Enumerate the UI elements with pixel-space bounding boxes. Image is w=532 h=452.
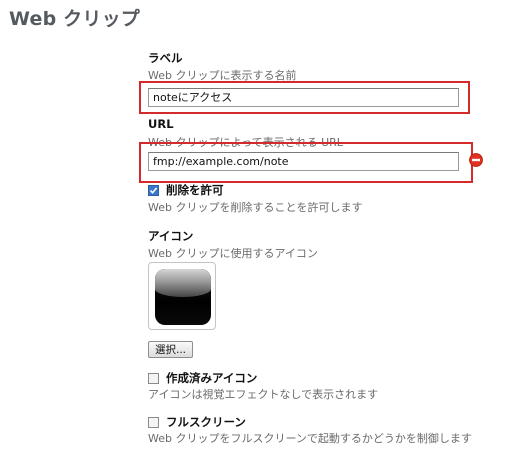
webclip-preview-icon bbox=[155, 269, 211, 325]
fullscreen-row[interactable]: フルスクリーン bbox=[148, 414, 246, 430]
precomposed-description: アイコンは視覚エフェクトなしで表示されます bbox=[148, 388, 379, 401]
allow-removal-row[interactable]: 削除を許可 bbox=[148, 182, 224, 198]
precomposed-row[interactable]: 作成済みアイコン bbox=[148, 370, 257, 386]
url-input[interactable]: fmp://example.com/note bbox=[148, 152, 459, 171]
icon-description: Web クリップに使用するアイコン bbox=[148, 247, 318, 260]
fullscreen-label: フルスクリーン bbox=[166, 415, 246, 429]
label-heading: ラベル bbox=[148, 51, 183, 65]
minus-circle-icon[interactable] bbox=[469, 153, 483, 167]
checkmark-icon bbox=[149, 186, 158, 194]
precomposed-checkbox[interactable] bbox=[148, 372, 159, 384]
icon-heading: アイコン bbox=[148, 229, 194, 243]
url-heading: URL bbox=[148, 117, 174, 131]
icon-preview-frame bbox=[148, 262, 216, 330]
allow-removal-description: Web クリップを削除することを許可します bbox=[148, 201, 363, 214]
precomposed-label: 作成済みアイコン bbox=[166, 371, 258, 385]
allow-removal-label: 削除を許可 bbox=[166, 183, 224, 197]
select-icon-button[interactable]: 選択... bbox=[148, 341, 194, 358]
fullscreen-checkbox[interactable] bbox=[148, 416, 159, 428]
allow-removal-checkbox[interactable] bbox=[148, 184, 159, 196]
fullscreen-description: Web クリップをフルスクリーンで起動するかどうかを制御します bbox=[148, 432, 472, 445]
label-input[interactable]: noteにアクセス bbox=[148, 88, 459, 107]
page-title: Web クリップ bbox=[9, 8, 140, 30]
